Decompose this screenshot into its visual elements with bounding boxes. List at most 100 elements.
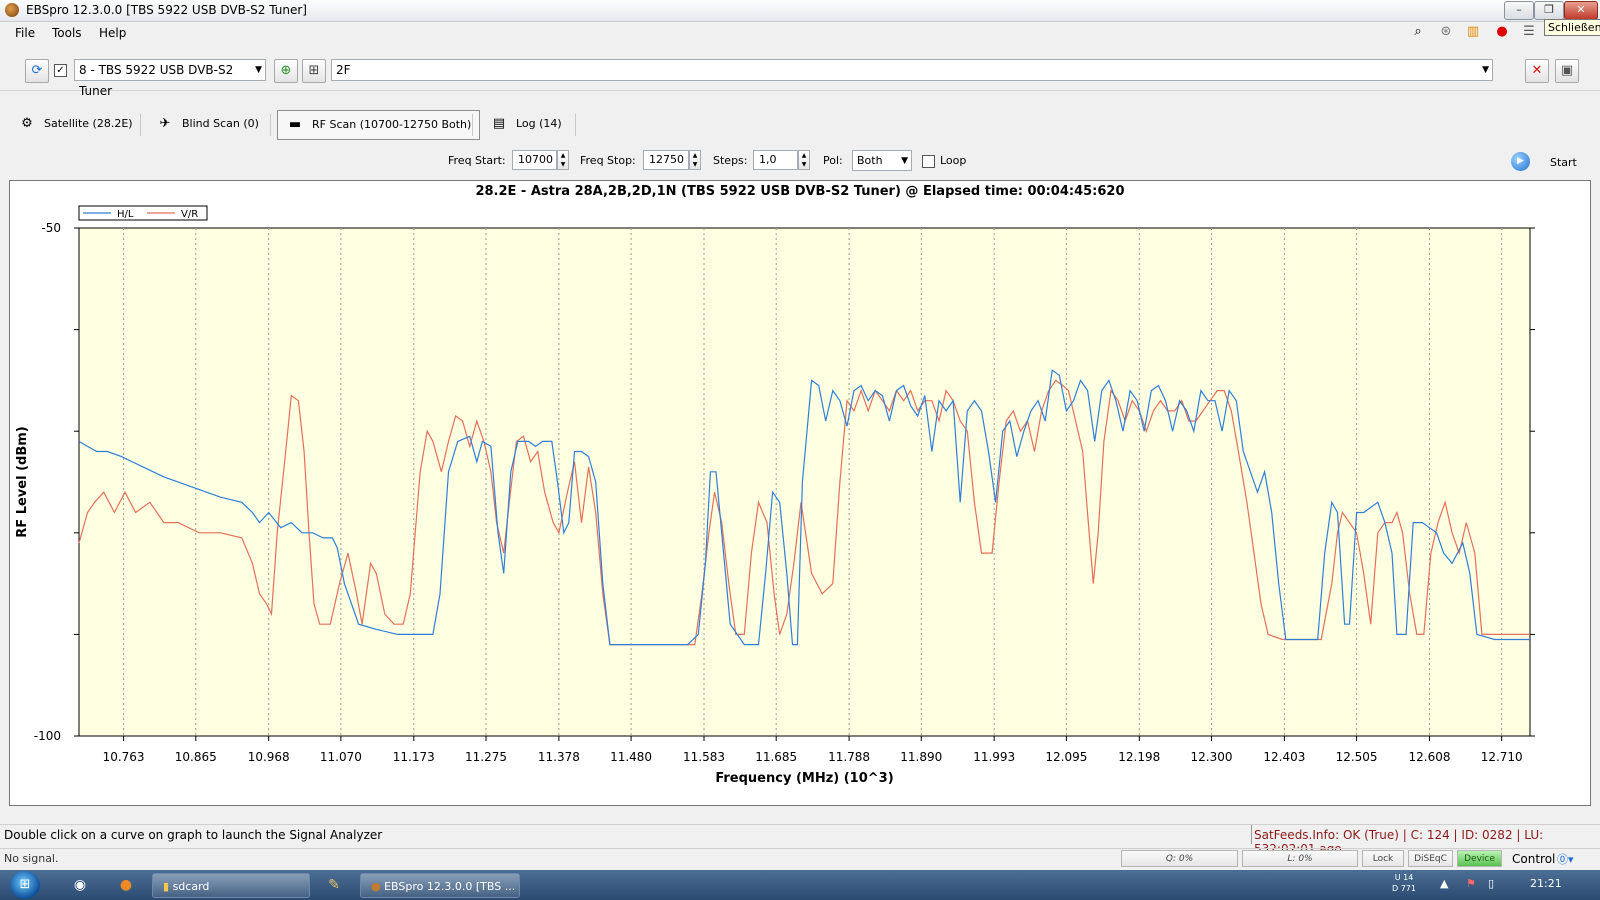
x-tick-label: 10.865 — [175, 750, 217, 764]
bar-chart-icon[interactable]: ▥ — [1465, 24, 1481, 40]
freq-stop-label: Freq Stop: — [580, 154, 636, 167]
cancel-icon[interactable]: ✕ — [1525, 59, 1549, 83]
loop-checkbox[interactable] — [922, 155, 935, 168]
x-tick-label: 12.608 — [1408, 750, 1450, 764]
menu-help[interactable]: Help — [99, 26, 126, 40]
tab-log[interactable]: ▤ Log (14) — [490, 110, 562, 138]
pol-label: Pol: — [823, 154, 843, 167]
maximize-button[interactable]: ❐ — [1534, 1, 1564, 20]
steps-label: Steps: — [713, 154, 748, 167]
add-transponder-icon[interactable]: ⊕ — [274, 59, 298, 83]
tray-expand-icon[interactable]: ▲ — [1440, 877, 1448, 890]
menu-tools[interactable]: Tools — [52, 26, 82, 40]
level-indicator: L: 0% — [1242, 850, 1358, 867]
tab-log-label: Log (14) — [516, 117, 562, 130]
x-tick-label: 11.583 — [683, 750, 725, 764]
command-select-value: 2F — [336, 63, 351, 77]
satellite-icon: ⚙ — [21, 116, 33, 131]
tab-blind-scan-label: Blind Scan (0) — [182, 117, 259, 130]
x-tick-label: 11.275 — [465, 750, 507, 764]
rf-scan-icon: ▬ — [288, 117, 302, 132]
signal-status: No signal. — [4, 852, 59, 865]
menu-bar — [0, 23, 1600, 44]
settings-panel-icon[interactable]: ⊞ — [302, 59, 326, 83]
chevron-down-icon: ▼ — [1482, 65, 1489, 75]
x-tick-label: 11.685 — [755, 750, 797, 764]
x-tick-label: 12.403 — [1263, 750, 1305, 764]
chevron-down-icon: ▼ — [901, 156, 908, 166]
tray-flag-icon[interactable]: ⚑ — [1466, 877, 1476, 890]
clock: 21:21 — [1530, 877, 1562, 890]
start-button[interactable]: Start — [1550, 156, 1577, 169]
legend-label: V/R — [181, 209, 198, 220]
x-tick-label: 12.300 — [1190, 750, 1232, 764]
x-tick-label: 12.095 — [1045, 750, 1087, 764]
tab-rf-scan[interactable]: ▬ RF Scan (10700-12750 Both) — [277, 110, 481, 140]
menu-file[interactable]: File — [15, 26, 35, 40]
loop-label: Loop — [940, 154, 967, 167]
tab-separator — [575, 114, 576, 136]
satellite-dish-icon[interactable]: ⊛ — [1438, 24, 1454, 40]
pinned-app-icon[interactable]: ◉ — [68, 874, 92, 896]
lock-indicator: Lock — [1362, 850, 1404, 867]
pinned-tool-icon[interactable]: ✎ — [322, 874, 346, 896]
network-down: D 771 — [1392, 884, 1416, 893]
tray-device-icon[interactable]: ▯ — [1488, 877, 1494, 890]
freq-stop-stepper[interactable]: ▲ ▼ — [689, 150, 701, 170]
save-icon[interactable]: ▣ — [1555, 59, 1579, 83]
command-select[interactable]: 2F ▼ — [331, 59, 1493, 81]
plot-area — [78, 227, 1531, 737]
x-tick-label: 11.070 — [320, 750, 362, 764]
control-dropdown-icon[interactable]: ⓪▾ — [1557, 851, 1574, 867]
tuner-select[interactable]: 8 - TBS 5922 USB DVB-S2 Tuner ▼ — [74, 59, 266, 98]
x-tick-label: 12.710 — [1481, 750, 1523, 764]
task-sdcard[interactable]: ▮ sdcard — [152, 873, 310, 898]
tab-rf-scan-label: RF Scan (10700-12750 Both) — [312, 118, 472, 131]
record-icon[interactable]: ● — [1494, 24, 1510, 40]
freq-start-label: Freq Start: — [448, 154, 506, 167]
status-separator — [1251, 825, 1252, 844]
tuner-select-value: 8 - TBS 5922 USB DVB-S2 Tuner — [79, 63, 234, 98]
network-meter: U 14 D 771 — [1392, 872, 1416, 894]
windows-start-icon[interactable]: ⊞ — [10, 871, 40, 899]
tab-separator — [270, 114, 271, 136]
x-tick-label: 11.480 — [610, 750, 652, 764]
x-tick-label: 10.968 — [248, 750, 290, 764]
freq-start-stepper[interactable]: ▲ ▼ — [557, 150, 569, 170]
chevron-down-icon: ▼ — [255, 65, 262, 75]
tab-blind-scan[interactable]: ✈ Blind Scan (0) — [156, 110, 259, 138]
status-bar — [0, 848, 1600, 869]
firefox-icon[interactable]: ● — [114, 874, 138, 896]
diseqc-indicator: DiSEqC — [1408, 850, 1453, 867]
rf-scan-chart[interactable]: 28.2E - Astra 28A,2B,2D,1N (TBS 5922 USB… — [9, 180, 1591, 806]
minimize-button[interactable]: – — [1504, 1, 1534, 20]
tuner-checkbox[interactable]: ✓ — [54, 64, 67, 77]
x-tick-label: 11.993 — [973, 750, 1015, 764]
task-ebspro-label: EBSpro 12.3.0.0 [TBS ... — [384, 880, 516, 893]
tab-satellite-label: Satellite (28.2E) — [44, 117, 133, 130]
folder-icon: ▮ — [163, 880, 170, 893]
x-tick-label: 10.763 — [103, 750, 145, 764]
ebspro-icon: ● — [371, 880, 381, 893]
x-tick-label: 12.505 — [1336, 750, 1378, 764]
log-icon: ▤ — [492, 116, 506, 131]
control-label[interactable]: Control — [1512, 852, 1555, 866]
legend-label: H/L — [117, 209, 134, 220]
steps-stepper[interactable]: ▲ ▼ — [798, 150, 810, 170]
list-view-icon[interactable]: ☰ — [1521, 24, 1537, 40]
close-button[interactable]: ✕ — [1564, 1, 1598, 20]
x-axis-label: Frequency (MHz) (10^3) — [715, 771, 893, 786]
pol-select[interactable]: Both ▼ — [852, 150, 912, 171]
freq-start-input[interactable]: 10700 — [512, 150, 557, 170]
x-tick-label: 11.378 — [538, 750, 580, 764]
refresh-icon[interactable]: ⟳ — [25, 59, 49, 83]
freq-stop-input[interactable]: 12750 — [643, 150, 689, 170]
search-icon[interactable]: ⌕ — [1410, 24, 1426, 40]
start-icon[interactable]: ▶ — [1511, 152, 1530, 171]
steps-input[interactable]: 1,0 — [753, 150, 798, 170]
task-sdcard-label: sdcard — [172, 880, 210, 893]
x-tick-label: 11.788 — [828, 750, 870, 764]
network-up: U 14 — [1394, 873, 1414, 882]
task-ebspro[interactable]: ● EBSpro 12.3.0.0 [TBS ... — [360, 873, 520, 898]
tab-satellite[interactable]: ⚙ Satellite (28.2E) — [18, 110, 133, 138]
